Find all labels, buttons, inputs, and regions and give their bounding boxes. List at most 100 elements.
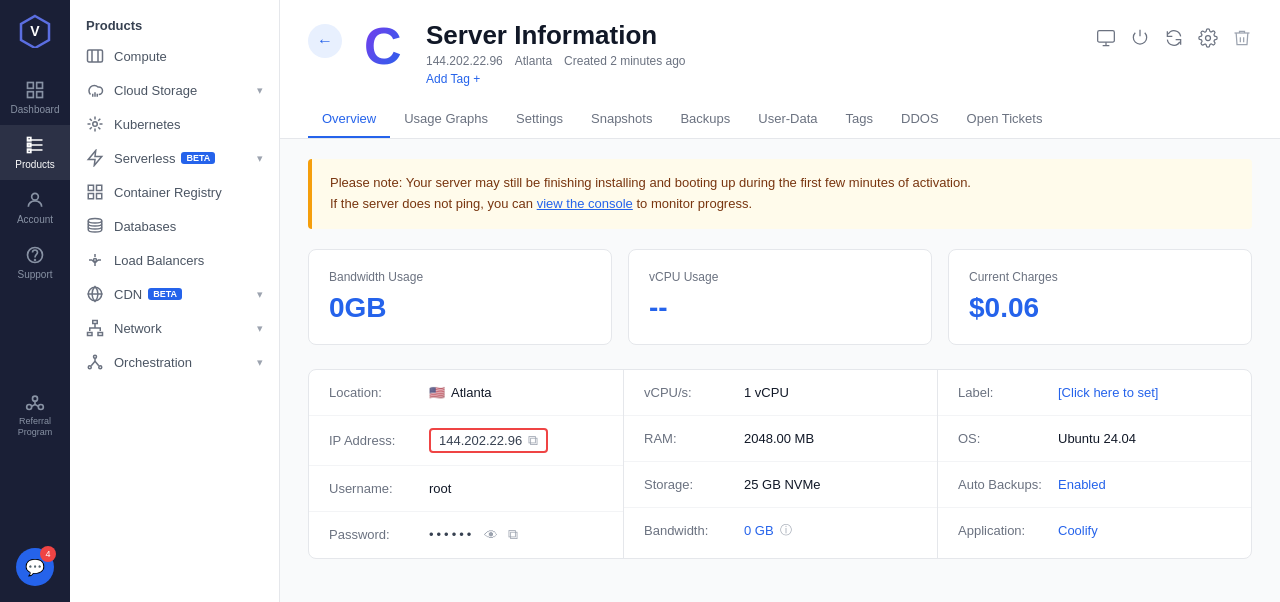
tab-backups[interactable]: Backups — [666, 101, 744, 138]
tabs: Overview Usage Graphs Settings Snapshots… — [308, 101, 1252, 138]
info-ip: IP Address: 144.202.22.96 ⧉ — [309, 416, 623, 466]
nav-dashboard[interactable]: Dashboard — [0, 70, 70, 125]
monitor-icon[interactable] — [1096, 28, 1116, 48]
svg-rect-31 — [1098, 31, 1115, 43]
chevron-icon: ▾ — [257, 152, 263, 165]
nav-referral[interactable]: ReferralProgram — [0, 382, 70, 448]
orchestration-icon — [86, 353, 104, 371]
sidebar-item-cdn[interactable]: CDN BETA ▾ — [70, 277, 279, 311]
serverless-beta-badge: BETA — [181, 152, 215, 164]
info-auto-backups: Auto Backups: Enabled — [938, 462, 1251, 508]
svg-point-29 — [99, 366, 102, 369]
stat-charges: Current Charges $0.06 — [948, 249, 1252, 345]
icon-bar: V Dashboard Products Account Support Ref… — [0, 0, 70, 602]
flag-icon: 🇺🇸 — [429, 385, 445, 400]
tab-settings[interactable]: Settings — [502, 101, 577, 138]
alert-banner: Please note: Your server may still be fi… — [308, 159, 1252, 229]
svg-point-28 — [88, 366, 91, 369]
svg-rect-26 — [98, 333, 103, 336]
svg-rect-5 — [28, 92, 34, 98]
chevron-icon: ▾ — [257, 322, 263, 335]
refresh-icon[interactable] — [1164, 28, 1184, 48]
serverless-icon — [86, 149, 104, 167]
compute-icon — [86, 47, 104, 65]
sidebar-item-load-balancers[interactable]: Load Balancers — [70, 243, 279, 277]
cdn-icon — [86, 285, 104, 303]
svg-point-22 — [94, 259, 97, 262]
tab-snapshots[interactable]: Snapshots — [577, 101, 666, 138]
settings-icon[interactable] — [1198, 28, 1218, 48]
nav-products[interactable]: Products — [0, 125, 70, 180]
application-link[interactable]: Coolify — [1058, 523, 1098, 538]
tab-overview[interactable]: Overview — [308, 101, 390, 138]
server-header: ← C Server Information 144.202.22.96 — [280, 0, 1280, 139]
svg-rect-17 — [88, 185, 93, 190]
svg-rect-20 — [97, 194, 102, 199]
svg-point-16 — [93, 122, 98, 127]
logo[interactable]: V — [17, 12, 53, 52]
sidebar-item-compute[interactable]: Compute — [70, 39, 279, 73]
info-grid: Location: 🇺🇸 Atlanta IP Address: 144.202… — [308, 369, 1252, 559]
main-content: ← C Server Information 144.202.22.96 — [280, 0, 1280, 602]
power-icon[interactable] — [1130, 28, 1150, 48]
auto-backups-link[interactable]: Enabled — [1058, 477, 1106, 492]
chat-button[interactable]: 💬 4 — [16, 548, 54, 586]
tab-tags[interactable]: Tags — [832, 101, 887, 138]
svg-rect-2 — [28, 83, 34, 89]
back-button[interactable]: ← — [308, 24, 342, 58]
toggle-password-icon[interactable]: 👁 — [484, 527, 498, 543]
copy-password-icon[interactable]: ⧉ — [508, 526, 518, 543]
chevron-icon: ▾ — [257, 288, 263, 301]
svg-point-27 — [94, 355, 97, 358]
cdn-beta-badge: BETA — [148, 288, 182, 300]
chevron-icon: ▾ — [257, 356, 263, 369]
svg-rect-25 — [88, 333, 93, 336]
load-balancers-icon — [86, 251, 104, 269]
network-icon — [86, 319, 104, 337]
info-label: Label: [Click here to set] — [938, 370, 1251, 416]
sidebar-item-databases[interactable]: Databases — [70, 209, 279, 243]
sidebar-item-cloud-storage[interactable]: Cloud Storage ▾ — [70, 73, 279, 107]
cloud-storage-icon — [86, 81, 104, 99]
svg-point-9 — [32, 193, 39, 200]
console-link[interactable]: view the console — [537, 196, 633, 211]
password-dots: •••••• — [429, 527, 474, 542]
svg-rect-3 — [37, 83, 43, 89]
content-area: Please note: Your server may still be fi… — [280, 139, 1280, 602]
sidebar-item-network[interactable]: Network ▾ — [70, 311, 279, 345]
stat-bandwidth-value: 0GB — [329, 292, 591, 324]
bandwidth-info-icon: ⓘ — [780, 522, 792, 539]
info-storage: Storage: 25 GB NVMe — [624, 462, 937, 508]
sidebar-item-orchestration[interactable]: Orchestration ▾ — [70, 345, 279, 379]
server-logo: C — [358, 20, 410, 72]
tab-ddos[interactable]: DDOS — [887, 101, 953, 138]
databases-icon — [86, 217, 104, 235]
bandwidth-link[interactable]: 0 GB — [744, 523, 774, 538]
sidebar-item-serverless[interactable]: Serverless BETA ▾ — [70, 141, 279, 175]
info-application: Application: Coolify — [938, 508, 1251, 554]
info-username: Username: root — [309, 466, 623, 512]
delete-icon[interactable] — [1232, 28, 1252, 48]
stat-vcpu-label: vCPU Usage — [649, 270, 911, 284]
info-bandwidth: Bandwidth: 0 GB ⓘ — [624, 508, 937, 554]
copy-ip-icon[interactable]: ⧉ — [528, 432, 538, 449]
tab-open-tickets[interactable]: Open Tickets — [953, 101, 1057, 138]
nav-account[interactable]: Account — [0, 180, 70, 235]
server-ip: 144.202.22.96 — [426, 54, 503, 68]
svg-rect-19 — [88, 194, 93, 199]
info-os: OS: Ubuntu 24.04 — [938, 416, 1251, 462]
svg-rect-6 — [28, 138, 31, 141]
sidebar-item-container-registry[interactable]: Container Registry — [70, 175, 279, 209]
nav-support[interactable]: Support — [0, 235, 70, 290]
stat-vcpu-value: -- — [649, 292, 911, 324]
label-link[interactable]: [Click here to set] — [1058, 385, 1158, 400]
svg-rect-18 — [97, 185, 102, 190]
info-password: Password: •••••• 👁 ⧉ — [309, 512, 623, 558]
sidebar-item-kubernetes[interactable]: Kubernetes — [70, 107, 279, 141]
svg-point-21 — [88, 219, 102, 224]
add-tag-link[interactable]: Add Tag + — [426, 72, 480, 86]
svg-point-14 — [38, 405, 43, 410]
tab-usage-graphs[interactable]: Usage Graphs — [390, 101, 502, 138]
svg-rect-24 — [93, 321, 98, 324]
tab-user-data[interactable]: User-Data — [744, 101, 831, 138]
